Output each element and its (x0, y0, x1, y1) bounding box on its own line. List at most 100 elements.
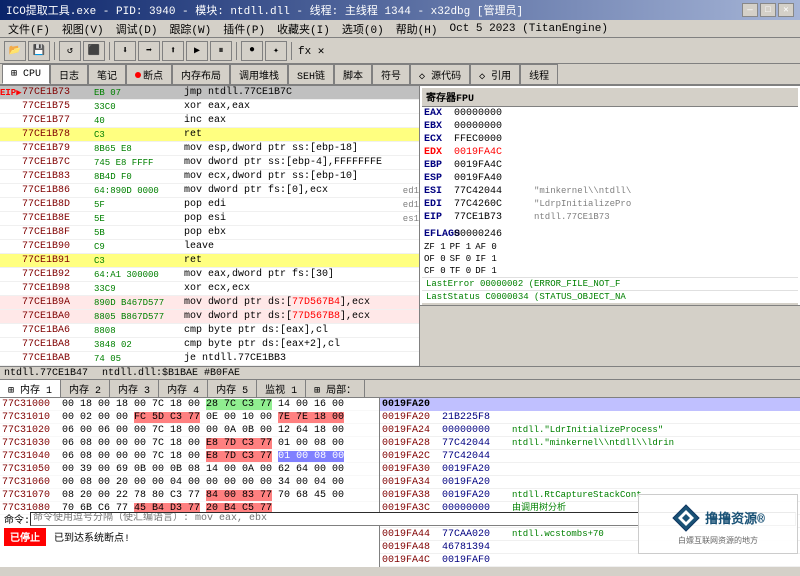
tab-bar: ⊞ CPU 日志 笔记 断点 内存布局 调用堆栈 SEH链 脚本 符号 ◇ 源代… (0, 64, 800, 86)
disasm-row[interactable]: EIP▶ 77CE1B73 EB 07 jmp ntdll.77CE1B7C (0, 86, 419, 100)
stack-row: 0019FA34 0019FA20 (380, 476, 800, 489)
trace-button[interactable]: ✦ (265, 41, 287, 61)
disasm-addr: 77CE1B86 (20, 184, 92, 197)
menu-help[interactable]: 帮助(H) (392, 20, 442, 38)
eip-arrow (0, 226, 20, 239)
disasm-row[interactable]: 77CE1B79 8B65 E8 mov esp,dword ptr ss:[e… (0, 142, 419, 156)
tab-symbols[interactable]: 符号 (372, 64, 410, 84)
disasm-row[interactable]: 77CE1B7C 745 E8 FFFF mov dword ptr ss:[e… (0, 156, 419, 170)
eip-arrow (0, 100, 20, 113)
disasm-bytes: C9 (92, 240, 182, 253)
disasm-row[interactable]: 77CE1BA6 8808 cmp byte ptr ds:[eax],cl (0, 324, 419, 338)
stack-row: 0019FA30 0019FA20 (380, 463, 800, 476)
run-button[interactable]: ▶ (186, 41, 208, 61)
mem-tab-3[interactable]: 内存 3 (110, 380, 159, 397)
step-over-button[interactable]: ➡ (138, 41, 160, 61)
tab-notes[interactable]: 笔记 (88, 64, 126, 84)
tab-breakpoints[interactable]: 断点 (126, 64, 172, 84)
stack-addr-header: 0019FA20 (380, 398, 800, 411)
menu-plugins[interactable]: 插件(P) (219, 20, 269, 38)
disasm-addr: 77CE1B8D (20, 198, 92, 211)
tab-refs[interactable]: ◇ 引用 (470, 64, 520, 84)
open-button[interactable]: 📂 (4, 41, 26, 61)
disasm-row[interactable]: 77CE1B83 8B4D F0 mov ecx,dword ptr ss:[e… (0, 170, 419, 184)
mem-tab-4[interactable]: 内存 4 (159, 380, 208, 397)
info-detail: ntdll.dll:$B1BAE #B0FAE (102, 368, 240, 379)
tab-memory[interactable]: 内存布局 (172, 64, 230, 84)
disasm-row[interactable]: 77CE1B86 64:890D 0000 mov dword ptr fs:[… (0, 184, 419, 198)
mem-tab-1[interactable]: ⊞ 内存 1 (0, 380, 61, 397)
step-in-button[interactable]: ⬇ (114, 41, 136, 61)
disasm-row[interactable]: 77CE1B92 64:A1 300000 mov eax,dword ptr … (0, 268, 419, 282)
disasm-row[interactable]: 77CE1BA8 3848 02 cmp byte ptr ds:[eax+2]… (0, 338, 419, 352)
tab-src-label: ◇ 源代码 (419, 67, 461, 83)
disasm-instr: ret (182, 128, 419, 141)
eip-arrow (0, 240, 20, 253)
minimize-button[interactable]: — (742, 3, 758, 17)
flags-row2: OF 0 SF 0 IF 1 (422, 253, 798, 265)
disasm-row[interactable]: 77CE1B8E 5E pop esi es1 (0, 212, 419, 226)
close-proc-button[interactable]: ⬛ (83, 41, 105, 61)
registers-panel: 寄存器FPU EAX 00000000 EBX 00000000 ECX FFE… (420, 86, 800, 306)
menu-favorites[interactable]: 收藏夹(I) (273, 20, 334, 38)
disasm-row[interactable]: 77CE1B91 C3 ret (0, 254, 419, 268)
menu-view[interactable]: 视图(V) (58, 20, 108, 38)
callstack-unlock-check[interactable] (542, 306, 555, 307)
callstack-depth-select[interactable]: 5 (510, 305, 538, 306)
disasm-row[interactable]: 77CE1B9A 890D B467D577 mov dword ptr ds:… (0, 296, 419, 310)
pause-button[interactable]: ⏸ (210, 41, 232, 61)
tab-script[interactable]: 脚本 (334, 64, 372, 84)
reg-row-esi: ESI 77C42044 "minkernel\\ntdll\ (422, 185, 798, 198)
menu-options[interactable]: 选项(0) (338, 20, 388, 38)
disasm-row[interactable]: 77CE1BAB 74 05 je ntdll.77CE1BB3 (0, 352, 419, 366)
restart-button[interactable]: ↺ (59, 41, 81, 61)
disasm-addr: 77CE1B73 (20, 86, 92, 99)
disasm-row[interactable]: 77CE1BA0 8805 B867D577 mov dword ptr ds:… (0, 310, 419, 324)
close-button[interactable]: ✕ (778, 3, 794, 17)
menu-trace[interactable]: 跟踪(W) (165, 20, 215, 38)
disasm-row[interactable]: 77CE1B98 33C9 xor ecx,ecx (0, 282, 419, 296)
eip-arrow (0, 156, 20, 169)
stack-row: 0019FA24 00000000 ntdll."LdrInitializePr… (380, 424, 800, 437)
tab-threads[interactable]: 线程 (520, 64, 558, 84)
status-stopped-badge: 已停止 (4, 528, 46, 546)
mem-tab-5[interactable]: 内存 5 (208, 380, 257, 397)
reg-row-eax: EAX 00000000 (422, 107, 798, 120)
disasm-addr: 77CE1BA0 (20, 310, 92, 323)
step-out-button[interactable]: ⬆ (162, 41, 184, 61)
disasm-row[interactable]: 77CE1B8D 5F pop edi ed1 (0, 198, 419, 212)
mem-row: 77C31070 08 20 00 22 78 80 C3 77 84 00 8… (0, 489, 379, 502)
tab-seh[interactable]: SEH链 (288, 64, 334, 84)
disasm-row[interactable]: 77CE1B75 33C0 xor eax,eax (0, 100, 419, 114)
disasm-bytes: 745 E8 FFFF (92, 156, 182, 169)
tab-log[interactable]: 日志 (50, 64, 88, 84)
tab-callstack[interactable]: 调用堆栈 (230, 64, 288, 84)
menu-debug[interactable]: 调试(D) (112, 20, 162, 38)
disasm-row[interactable]: 77CE1B77 40 inc eax (0, 114, 419, 128)
disasm-row[interactable]: 77CE1B8F 5B pop ebx (0, 226, 419, 240)
mem-tab-2[interactable]: 内存 2 (61, 380, 110, 397)
disasm-row[interactable]: 77CE1B90 C9 leave (0, 240, 419, 254)
reg-row-ebx: EBX 00000000 (422, 120, 798, 133)
disasm-bytes: 33C0 (92, 100, 182, 113)
maximize-button[interactable]: □ (760, 3, 776, 17)
title-bar: ICO提取工具.exe - PID: 3940 - 模块: ntdll.dll … (0, 0, 800, 20)
mem-tab-watch[interactable]: 监视 1 (257, 380, 306, 397)
save-button[interactable]: 💾 (28, 41, 50, 61)
reg-row-eip: EIP 77CE1B73 ntdll.77CE1B73 (422, 211, 798, 224)
mem-row: 77C31060 00 08 00 20 00 00 04 00 00 00 0… (0, 476, 379, 489)
callstack-label: 默认 (stdcall) (426, 304, 506, 306)
disasm-instr: cmp byte ptr ds:[eax+2],cl (182, 338, 419, 351)
tab-script-label: 脚本 (343, 67, 363, 83)
menu-version: Oct 5 2023 (TitanEngine) (446, 22, 612, 36)
menu-file[interactable]: 文件(F) (4, 20, 54, 38)
mem-tab-local[interactable]: ⊞ 局部： (306, 380, 365, 397)
disasm-addr: 77CE1B8E (20, 212, 92, 225)
tab-source[interactable]: ◇ 源代码 (410, 64, 470, 84)
tab-cpu[interactable]: ⊞ CPU (2, 64, 50, 84)
disasm-row[interactable]: 77CE1B78 C3 ret (0, 128, 419, 142)
disasm-comment: ed1 (403, 198, 419, 211)
bp-button[interactable]: ● (241, 41, 263, 61)
disasm-addr: 77CE1B77 (20, 114, 92, 127)
disasm-instr: pop esi (182, 212, 399, 225)
